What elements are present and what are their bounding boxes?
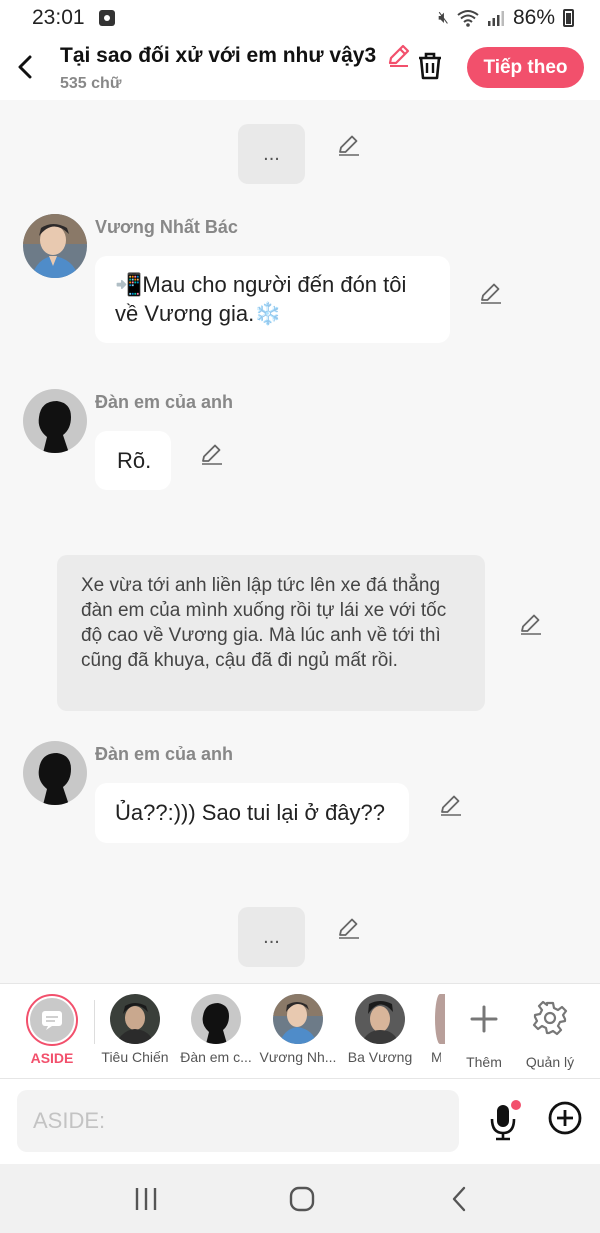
character-item[interactable]: Vương Nh... <box>257 994 339 1065</box>
message-text: Ủa??:))) Sao tui lại ở đây?? <box>115 800 386 825</box>
sender-name: Vương Nhất Bác <box>95 217 238 237</box>
header: Tại sao đối xử với em như vậy3 535 chữ T… <box>0 36 600 100</box>
battery-percent: 86% <box>512 6 555 29</box>
character-item[interactable]: Ba Vương <box>339 994 421 1065</box>
character-bar: ASIDE Tiêu Chiến Đàn em c... Vương Nh...… <box>0 983 600 1079</box>
back-button[interactable] <box>12 52 38 82</box>
edit-icon[interactable] <box>519 611 543 635</box>
message-input[interactable] <box>17 1090 459 1152</box>
battery-icon <box>563 9 574 27</box>
avatar[interactable] <box>23 741 87 805</box>
character-name: Vương Nh... <box>259 1049 337 1065</box>
next-button[interactable]: Tiếp theo <box>467 47 584 88</box>
home-icon[interactable] <box>289 1186 315 1212</box>
silhouette-avatar <box>23 389 87 453</box>
avatar[interactable] <box>23 389 87 453</box>
chat-area[interactable]: ... Vương Nhất Bác 📲Mau cho người đến đó… <box>0 100 600 983</box>
aside-avatar <box>30 998 74 1042</box>
message-bubble[interactable]: 📲Mau cho người đến đón tôi về Vương gia.… <box>95 256 450 343</box>
character-item[interactable]: Đàn em c... <box>175 994 257 1065</box>
narration-block[interactable]: Xe vừa tới anh liền lập tức lên xe đá th… <box>57 555 485 711</box>
recent-apps-icon[interactable] <box>134 1186 158 1212</box>
character-name: Đàn em c... <box>180 1049 252 1065</box>
status-bar: 23:01 🔇︎ 86% <box>0 0 600 36</box>
character-avatar <box>273 994 323 1044</box>
edit-icon[interactable] <box>200 441 224 465</box>
character-name: Ba Vương <box>347 1049 413 1065</box>
notification-icon <box>98 10 115 26</box>
character-avatar <box>110 994 160 1044</box>
message-text-line: về Vương gia.❄️ <box>115 301 282 326</box>
system-nav-bar <box>0 1164 600 1233</box>
message-text: Rõ. <box>117 448 152 473</box>
mute-icon: 🔇︎ <box>438 8 449 27</box>
message-bubble[interactable]: Ủa??:))) Sao tui lại ở đây?? <box>95 783 409 843</box>
trash-icon[interactable] <box>415 50 445 82</box>
character-item[interactable]: Tiêu Chiến <box>94 994 176 1065</box>
status-time: 23:01 <box>32 6 85 29</box>
avatar-photo <box>23 214 87 278</box>
edit-icon[interactable] <box>479 280 503 304</box>
back-nav-icon[interactable] <box>449 1186 469 1212</box>
wifi-icon <box>457 10 479 27</box>
character-avatar <box>355 994 405 1044</box>
narration-icon <box>42 1011 62 1030</box>
aside-ring <box>26 994 78 1046</box>
placeholder-message[interactable]: ... <box>238 907 305 967</box>
edit-icon[interactable] <box>337 915 361 939</box>
character-name: M <box>421 1049 441 1065</box>
character-avatar <box>191 994 241 1044</box>
add-circle-icon[interactable] <box>547 1100 583 1136</box>
placeholder-message[interactable]: ... <box>238 124 305 184</box>
message-bubble[interactable]: Rõ. <box>95 431 171 490</box>
message-text-line: 📲Mau cho người đến đón tôi <box>115 272 407 297</box>
avatar[interactable] <box>23 214 87 278</box>
chevron-left-icon <box>18 55 32 79</box>
gear-icon <box>532 1000 568 1036</box>
silhouette-avatar <box>23 741 87 805</box>
status-icons: 🔇︎ 86% <box>438 6 574 30</box>
input-row <box>0 1079 600 1164</box>
word-count: 535 chữ <box>60 75 122 92</box>
character-name: Tiêu Chiến <box>101 1049 169 1065</box>
sender-name: Đàn em của anh <box>95 392 234 412</box>
manage-label: Quản lý <box>525 1054 575 1070</box>
title-edit-icon[interactable] <box>386 42 412 68</box>
character-item[interactable]: M <box>421 994 445 1065</box>
aside-label: ASIDE <box>30 1050 74 1066</box>
edit-icon[interactable] <box>439 792 463 816</box>
microphone-icon[interactable] <box>484 1099 524 1143</box>
edit-icon[interactable] <box>337 132 361 156</box>
story-title: Tại sao đối xử với em như vậy3 <box>60 44 377 67</box>
character-aside[interactable]: ASIDE <box>11 994 93 1066</box>
sender-name: Đàn em của anh <box>95 744 234 764</box>
signal-icon <box>487 11 504 26</box>
plus-icon <box>470 1005 498 1033</box>
manage-button[interactable]: Quản lý <box>509 994 591 1070</box>
